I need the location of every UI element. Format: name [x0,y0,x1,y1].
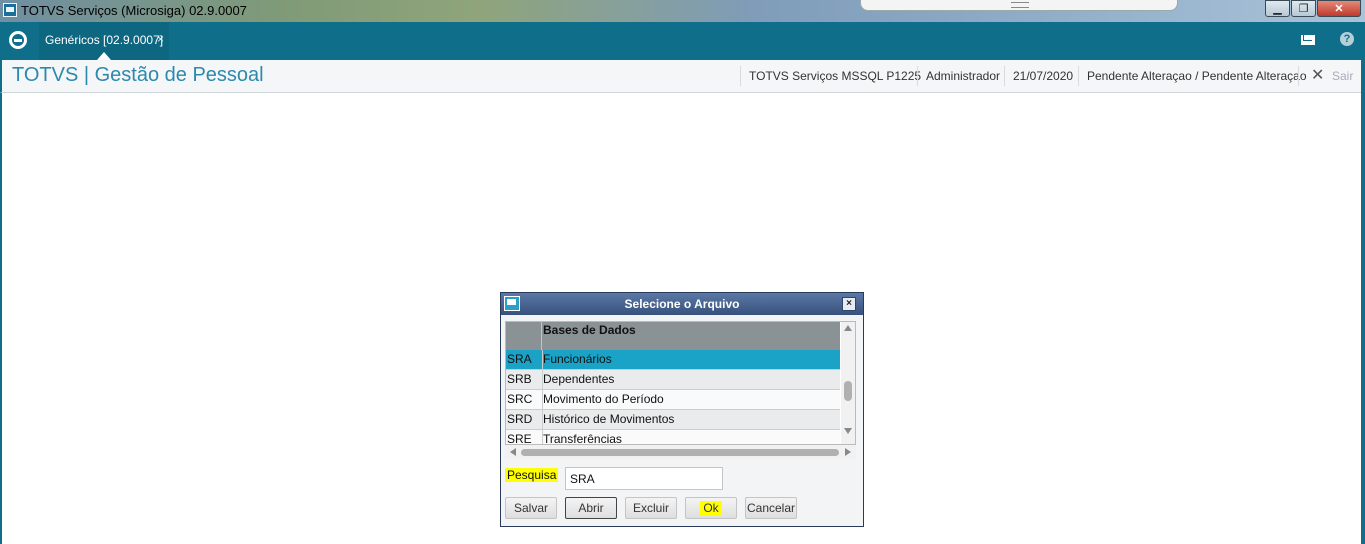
table-row[interactable]: SRA Funcionários [506,350,840,370]
scroll-thumb[interactable] [844,381,852,401]
row-name: Funcionários [543,352,612,366]
ok-button-label: Ok [700,501,722,515]
scroll-right-icon[interactable] [845,448,851,456]
grid-header: Bases de Dados [506,322,840,350]
divider [1004,66,1005,86]
window-title-bar: TOTVS Serviços (Microsiga) 02.9.0007 ▁ ❐… [0,0,1365,23]
vertical-scrollbar[interactable] [841,322,855,444]
exit-button[interactable]: Sair [1332,69,1353,83]
table-row[interactable]: SRB Dependentes [506,370,840,390]
row-name: Movimento do Período [543,392,664,406]
divider [917,66,918,86]
scroll-down-icon[interactable] [844,428,852,434]
dialog-title: Selecione o Arquivo [624,297,740,311]
app-icon [3,3,17,17]
ok-button[interactable]: Ok [685,497,737,519]
minimize-icon[interactable]: ▁ [1265,0,1290,17]
table-row[interactable]: SRD Histórico de Movimentos [506,410,840,430]
database-grid: Bases de Dados SRA Funcionários SRB Depe… [505,321,856,445]
title-bar-grip [860,0,1178,11]
frame-border [0,93,2,544]
scroll-up-icon[interactable] [844,325,852,331]
scroll-thumb[interactable] [521,449,839,456]
tab-close-icon[interactable]: × [157,32,164,46]
restore-icon[interactable]: ❐ [1291,0,1316,17]
row-code: SRE [506,430,543,444]
window-close-icon[interactable]: ✕ [1317,0,1361,17]
grid-header-code [506,322,542,350]
page-title: TOTVS | Gestão de Pessoal [12,64,264,86]
status-label: Pendente Alteraçao / Pendente Alteraçao [1087,69,1307,83]
row-code: SRB [506,370,543,389]
dialog-close-icon[interactable]: × [842,297,856,311]
delete-button[interactable]: Excluir [625,497,677,519]
grid-header-label: Bases de Dados [543,323,636,337]
dialog-title-bar[interactable]: Selecione o Arquivo × [501,293,863,315]
horizontal-scrollbar[interactable] [505,445,856,459]
tab-label: Genéricos [02.9.0007] [45,33,164,47]
divider [740,66,741,86]
divider [1078,66,1079,86]
window-title: TOTVS Serviços (Microsiga) 02.9.0007 [21,3,247,18]
user-label: Administrador [926,69,1001,83]
cancel-button[interactable]: Cancelar [745,497,797,519]
table-row[interactable]: SRC Movimento do Período [506,390,840,410]
mail-icon[interactable] [1301,35,1315,45]
help-icon[interactable]: ? [1340,32,1354,46]
tab-genericos[interactable]: Genéricos [02.9.0007] × [39,22,169,60]
module-header: TOTVS | Gestão de Pessoal TOTVS Serviços… [0,60,1365,93]
row-code: SRA [506,350,543,369]
date-label: 21/07/2020 [1013,69,1074,83]
frame-border [1361,60,1365,544]
app-tab-bar: Genéricos [02.9.0007] × [0,22,1365,60]
tab-active-caret-icon [97,52,111,60]
row-code: SRC [506,390,543,409]
row-name: Transferências [543,432,622,445]
table-row[interactable]: SRE Transferências [506,430,840,445]
home-icon[interactable] [9,31,27,49]
row-name: Dependentes [543,372,615,386]
scroll-left-icon[interactable] [510,448,516,456]
search-input[interactable] [565,467,723,490]
row-name: Histórico de Movimentos [543,412,675,426]
divider [1298,66,1299,86]
window-controls: ▁ ❐ ✕ [1264,0,1361,17]
open-button[interactable]: Abrir [565,497,617,519]
select-file-dialog: Selecione o Arquivo × Bases de Dados SRA… [500,292,864,527]
environment-label: TOTVS Serviços MSSQL P1225 [749,69,922,83]
exit-icon[interactable]: ✕ [1311,65,1324,85]
search-label: Pesquisa [505,468,559,482]
row-code: SRD [506,410,543,429]
save-button[interactable]: Salvar [505,497,557,519]
